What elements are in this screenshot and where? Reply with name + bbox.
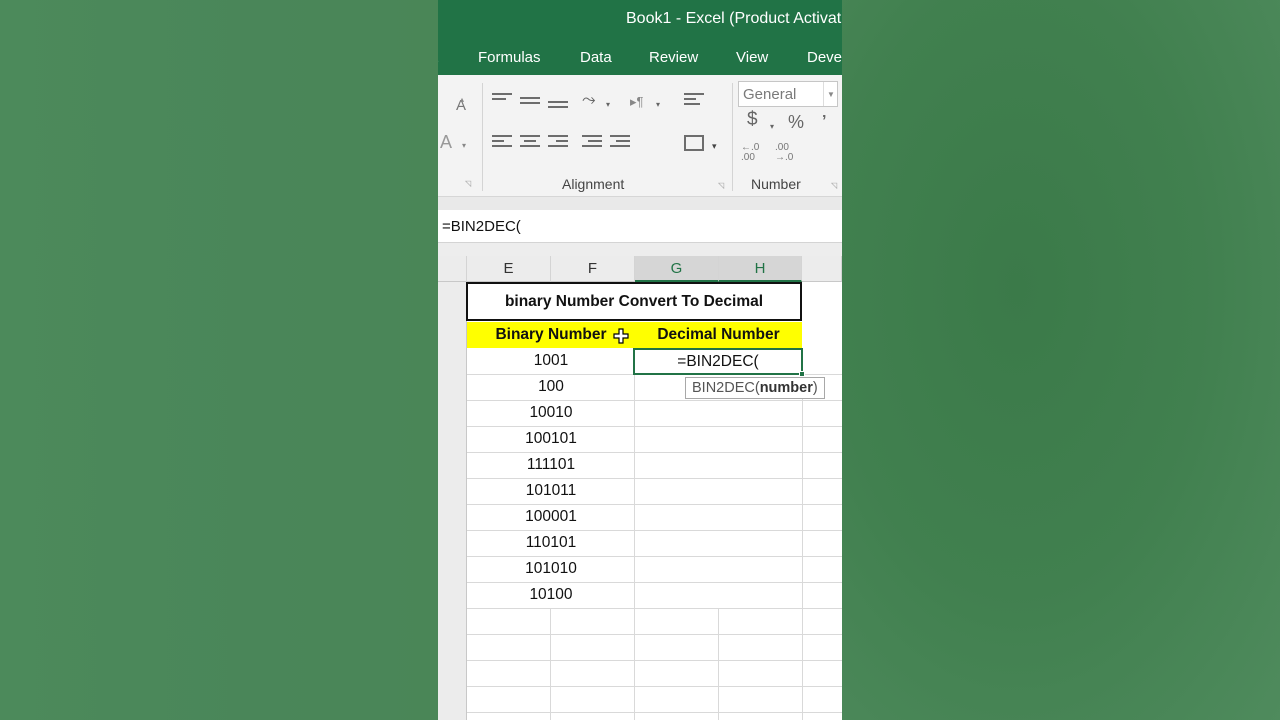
wrap-text-icon[interactable] — [684, 93, 704, 107]
row-header-strip — [438, 256, 467, 720]
chevron-down-icon[interactable]: ▾ — [712, 139, 717, 153]
font-color-icon[interactable]: A — [440, 133, 452, 151]
formula-bar-content[interactable]: =BIN2DEC( — [442, 218, 521, 235]
number-format-select[interactable]: General ▼ — [738, 81, 838, 107]
grid-line — [550, 608, 551, 720]
tab-view[interactable]: View — [736, 49, 768, 66]
grid-line — [467, 634, 842, 635]
chevron-down-icon[interactable]: ▾ — [462, 139, 466, 153]
column-header-e[interactable]: E — [467, 256, 551, 282]
currency-button[interactable]: $ — [747, 110, 758, 129]
dialog-launcher-icon[interactable]: ◹ — [718, 179, 724, 193]
active-cell-formula[interactable]: =BIN2DEC( — [677, 353, 758, 370]
binary-cell[interactable]: 100101 — [468, 426, 634, 452]
tab-review[interactable]: Review — [649, 49, 698, 66]
top-align-icon[interactable] — [492, 93, 512, 107]
column-header-g[interactable]: G — [635, 256, 719, 282]
binary-cell[interactable]: 101011 — [468, 478, 634, 504]
caret-up-icon: ▴ — [460, 95, 465, 104]
grid-line — [718, 608, 719, 720]
tab-developer[interactable]: Devel — [807, 49, 842, 66]
header-binary-number[interactable]: Binary Number — [467, 322, 635, 348]
ribbon-gap — [438, 197, 842, 210]
dialog-launcher-icon[interactable]: ◹ — [831, 179, 837, 193]
chevron-down-icon[interactable]: ▼ — [823, 82, 837, 106]
tooltip-argument[interactable]: number — [760, 380, 813, 396]
chevron-down-icon[interactable]: ▾ — [606, 98, 610, 112]
binary-cell[interactable]: 10010 — [468, 400, 634, 426]
header-decimal-number[interactable]: Decimal Number — [635, 322, 802, 348]
background-left — [0, 0, 438, 720]
grid-line — [467, 686, 842, 687]
formula-gap — [438, 243, 842, 256]
middle-align-icon[interactable] — [520, 97, 540, 111]
separator — [482, 83, 483, 191]
merge-center-icon[interactable] — [684, 135, 704, 151]
align-right-icon[interactable] — [548, 135, 568, 149]
select-all-corner[interactable] — [438, 256, 467, 282]
formula-bar[interactable]: =BIN2DEC( — [438, 210, 842, 243]
grid-line — [467, 608, 842, 609]
tab-formulas[interactable]: Formulas — [478, 49, 541, 66]
chevron-down-icon[interactable]: ▾ — [770, 120, 774, 134]
dialog-launcher-icon[interactable]: ◹ — [465, 177, 471, 191]
binary-cell[interactable]: 110101 — [468, 530, 634, 556]
column-header-i[interactable] — [802, 256, 842, 282]
sheet-title-cell[interactable]: binary Number Convert To Decimal — [466, 282, 802, 321]
decrease-decimal-button[interactable]: .00 →.0 — [775, 143, 793, 163]
text-direction-icon[interactable]: ▸¶ — [630, 95, 644, 109]
grid-line — [802, 348, 803, 720]
ribbon-tabs: t Formulas Data Review View Devel — [438, 40, 842, 75]
increase-decimal-button[interactable]: ←.0 .00 — [741, 143, 759, 163]
alignment-group-label: Alignment — [562, 176, 625, 192]
binary-cell[interactable]: 10100 — [468, 582, 634, 608]
binary-cell[interactable]: 100 — [468, 374, 634, 400]
tooltip-close-paren: ) — [812, 380, 818, 396]
separator — [732, 83, 733, 191]
worksheet-grid[interactable]: E F G H binary Number Convert To Decimal… — [438, 256, 842, 720]
increase-indent-icon[interactable] — [610, 135, 630, 149]
grid-line — [467, 712, 842, 713]
function-tooltip: BIN2DEC(number) — [685, 377, 825, 399]
number-format-value: General — [743, 86, 797, 103]
tab-data[interactable]: Data — [580, 49, 612, 66]
plus-cursor-icon — [613, 328, 629, 344]
column-header-h[interactable]: H — [719, 256, 802, 282]
active-cell-g3[interactable]: =BIN2DEC( — [633, 348, 805, 377]
align-left-icon[interactable] — [492, 135, 512, 149]
chevron-down-icon[interactable]: ▾ — [656, 98, 660, 112]
excel-window: Book1 - Excel (Product Activati t Formul… — [438, 0, 842, 720]
binary-cell[interactable]: 111101 — [468, 452, 634, 478]
number-group-label: Number — [751, 176, 801, 192]
background-right — [842, 0, 1280, 720]
decrease-indent-icon[interactable] — [582, 135, 602, 149]
orientation-icon[interactable]: ⤳ — [582, 91, 596, 108]
binary-cell[interactable]: 100001 — [468, 504, 634, 530]
column-header-f[interactable]: F — [551, 256, 635, 282]
align-center-icon[interactable] — [520, 135, 540, 149]
title-bar: Book1 - Excel (Product Activati — [438, 0, 842, 40]
grid-line — [467, 660, 842, 661]
tooltip-function-name: BIN2DEC( — [692, 380, 760, 396]
comma-button[interactable]: ’ — [822, 114, 826, 130]
percent-button[interactable]: % — [788, 113, 804, 131]
ribbon: A ▴ A ▾ ◹ ⤳ ▾ ▸¶ ▾ ▾ Alignment ◹ General… — [438, 75, 842, 197]
binary-cell[interactable]: 101010 — [468, 556, 634, 582]
bottom-align-icon[interactable] — [548, 101, 568, 115]
window-title: Book1 - Excel (Product Activati — [626, 10, 842, 27]
binary-cell[interactable]: 1001 — [468, 348, 634, 374]
